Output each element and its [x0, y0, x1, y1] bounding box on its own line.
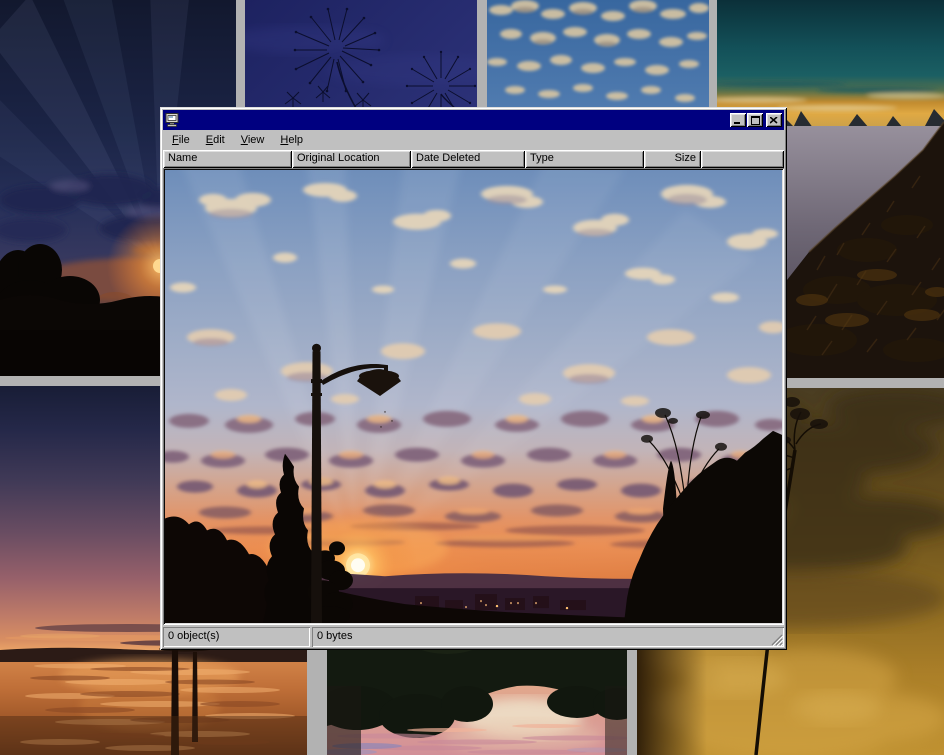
- close-icon: [770, 117, 778, 124]
- minimize-icon: [734, 116, 742, 125]
- column-header-size[interactable]: Size: [644, 150, 701, 168]
- column-header-type[interactable]: Type: [525, 150, 644, 168]
- menu-bar: File Edit View Help: [163, 131, 784, 150]
- status-objects-panel: 0 object(s): [163, 627, 310, 647]
- recycle-bin-window: File Edit View Help Name Original Locati…: [160, 107, 787, 650]
- column-header-original-location[interactable]: Original Location: [292, 150, 411, 168]
- desktop: { "window": { "title": "", "menu": { "it…: [0, 0, 944, 755]
- menu-item-help[interactable]: Help: [272, 132, 311, 150]
- close-button[interactable]: [766, 113, 782, 127]
- column-header-row: Name Original Location Date Deleted Type…: [163, 150, 784, 168]
- maximize-button[interactable]: [747, 113, 763, 127]
- menu-item-edit[interactable]: Edit: [198, 132, 233, 150]
- maximize-icon: [751, 116, 760, 125]
- title-bar[interactable]: [163, 110, 784, 130]
- list-view-area[interactable]: [163, 168, 784, 625]
- minimize-button[interactable]: [730, 113, 746, 127]
- column-header-name[interactable]: Name: [163, 150, 292, 168]
- column-header-filler: [701, 150, 784, 168]
- column-header-date-deleted[interactable]: Date Deleted: [411, 150, 525, 168]
- status-size-panel: 0 bytes: [312, 627, 784, 647]
- status-size-text: 0 bytes: [317, 630, 352, 642]
- resize-grip-icon[interactable]: [770, 633, 783, 646]
- sunset-lamp-photo: [165, 170, 782, 623]
- menu-item-view[interactable]: View: [233, 132, 273, 150]
- status-bar: 0 object(s) 0 bytes: [163, 627, 784, 647]
- menu-item-file[interactable]: File: [164, 132, 198, 150]
- computer-icon[interactable]: [165, 113, 181, 127]
